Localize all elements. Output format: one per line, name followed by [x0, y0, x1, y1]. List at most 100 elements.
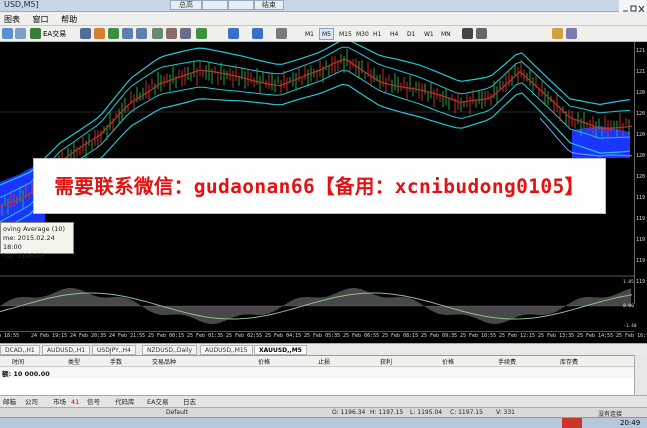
time-label: 25 Feb 16:15	[616, 333, 647, 339]
label-tool-icon[interactable]	[566, 28, 577, 39]
timeframe-m15[interactable]: M15	[336, 28, 355, 40]
timeframe-m1[interactable]: M1	[302, 28, 317, 40]
time-label: 24 Feb 19:15	[31, 333, 68, 339]
crosshair-tool-icon[interactable]	[476, 28, 487, 39]
column-header[interactable]: 手续费	[498, 357, 516, 366]
column-header[interactable]: 止损	[318, 357, 330, 366]
chart-tab[interactable]: NZDUSD,,Daily	[142, 345, 198, 355]
column-header[interactable]: 交易品种	[152, 357, 176, 366]
bar-chart-icon[interactable]	[80, 28, 91, 39]
price-label: 120	[636, 111, 646, 117]
tile-windows-icon[interactable]	[152, 28, 163, 39]
chart-tab[interactable]: DCAD,,H1	[0, 345, 40, 355]
top-button-4[interactable]: 结束	[254, 0, 284, 10]
periods-icon[interactable]	[228, 28, 239, 39]
terminal-scroll-side[interactable]	[634, 355, 647, 395]
chart-tabs: DCAD,,H1 AUDUSD,,H1 USDJPY,,H4 NZDUSD,,Dail…	[0, 343, 647, 355]
zoom-out-icon[interactable]	[136, 28, 147, 39]
column-header[interactable]: 库存费	[560, 357, 578, 366]
time-label: 25 Feb 12:15	[499, 333, 536, 339]
column-header[interactable]: 手数	[110, 357, 122, 366]
time-label: 25 Feb 02:55	[226, 333, 263, 339]
terminal-tab[interactable]: EA交易	[144, 397, 172, 407]
crosshair-icon[interactable]	[276, 28, 287, 39]
price-label: 119	[636, 279, 646, 285]
time-label: 25 Feb 09:35	[421, 333, 458, 339]
templates-icon[interactable]	[252, 28, 263, 39]
time-label: Feb 18:55	[0, 333, 20, 339]
time-label: 25 Feb 00:15	[148, 333, 185, 339]
price-label: 119	[636, 195, 646, 201]
window-controls[interactable]	[619, 0, 647, 13]
column-header[interactable]: 价格	[258, 357, 270, 366]
time-label: 25 Feb 01:35	[187, 333, 224, 339]
chart-tab[interactable]: AUDUSD,,H1	[42, 345, 91, 355]
column-header[interactable]: 时间	[12, 357, 24, 366]
autotrade-icon[interactable]	[30, 28, 41, 39]
status-high: H: 1197.15	[370, 409, 404, 416]
column-header[interactable]: 获利	[380, 357, 392, 366]
status-close: C: 1197.15	[450, 409, 483, 416]
oscillator-scale-label: 0.00	[623, 304, 634, 309]
indicators-icon[interactable]	[196, 28, 207, 39]
status-profile: Default	[166, 409, 188, 416]
timeframe-h4[interactable]: H4	[387, 28, 401, 40]
price-label: 119	[636, 237, 646, 243]
time-label: 25 Feb 06:55	[343, 333, 380, 339]
terminal-tab[interactable]: 公司	[22, 397, 41, 407]
chart-tab[interactable]: AUDUSD,,M15	[200, 345, 253, 355]
chart-tab[interactable]: XAUUSD,,M5	[254, 345, 307, 355]
text-tool-icon[interactable]	[552, 28, 563, 39]
terminal-panel: 时间 类型 手数 交易品种 价格 止损 获利 价格 手续费 库存费 额: 10 000.00	[0, 355, 647, 395]
timeframe-w1[interactable]: W1	[421, 28, 437, 40]
price-label: 119	[636, 216, 646, 222]
time-label: 25 Feb 05:35	[304, 333, 341, 339]
price-label: 121	[636, 69, 646, 75]
chart-shift-icon[interactable]	[180, 28, 191, 39]
menu-help[interactable]: 帮助	[57, 12, 83, 25]
terminal-tab[interactable]: 信号	[84, 397, 103, 407]
time-label: 24 Feb 20:35	[70, 333, 107, 339]
menu-chart[interactable]: 图表	[0, 12, 26, 25]
column-header[interactable]: 价格	[442, 357, 454, 366]
status-open: O: 1196.34	[332, 409, 366, 416]
autoscroll-icon[interactable]	[166, 28, 177, 39]
timeframe-m30[interactable]: M30	[353, 28, 372, 40]
timeframe-h1[interactable]: H1	[370, 28, 384, 40]
candle-chart-icon[interactable]	[94, 28, 105, 39]
line-chart-icon[interactable]	[108, 28, 119, 39]
zoom-in-icon[interactable]	[122, 28, 133, 39]
cursor-icon[interactable]	[462, 28, 473, 39]
status-volume: V: 331	[496, 409, 515, 416]
terminal-tab[interactable]: 代码库	[112, 397, 138, 407]
menu-window[interactable]: 窗口	[29, 12, 55, 25]
profiles-icon[interactable]	[15, 28, 26, 39]
terminal-tab[interactable]: 市场	[50, 397, 69, 407]
balance-row[interactable]: 额: 10 000.00	[0, 367, 647, 378]
new-chart-icon[interactable]	[2, 28, 13, 39]
terminal-tab[interactable]: 邮箱	[0, 397, 19, 407]
timeframe-bar: M1 M5 M15 M30 H1 H4 D1 W1 MN	[302, 26, 458, 42]
timeframe-d1[interactable]: D1	[404, 28, 418, 40]
chart-tab[interactable]: USDJPY,,H4	[92, 345, 136, 355]
window-title: USD,M5]	[4, 0, 39, 9]
timeframe-mn[interactable]: MN	[438, 28, 454, 40]
time-label: 25 Feb 10:55	[460, 333, 497, 339]
indicator-tooltip: oving Average (10) me: 2015.02.24 18:00 …	[0, 222, 74, 260]
timeframe-m5[interactable]: M5	[319, 28, 334, 40]
terminal-tabs: 邮箱 公司 市场 41 信号 代码库 EA交易 日志	[0, 395, 647, 407]
tray-app-icon[interactable]	[562, 418, 582, 428]
tooltip-line-1: oving Average (10)	[3, 225, 66, 233]
price-label: 121	[636, 48, 646, 54]
column-header[interactable]: 类型	[68, 357, 80, 366]
terminal-tab[interactable]: 日志	[180, 397, 199, 407]
ea-trading-button[interactable]: EA交易	[43, 28, 66, 40]
oscillator-scale-label: -1.40	[623, 324, 637, 329]
taskbar-clock: 20:49	[620, 419, 641, 427]
terminal-tab[interactable]: 41	[68, 397, 82, 407]
banner-text: 需要联系微信：gudaonan66【备用：xcnibudong0105】	[54, 175, 585, 198]
top-button-2[interactable]	[202, 0, 228, 10]
top-button-1[interactable]: 总高	[170, 0, 202, 10]
price-label: 120	[636, 132, 646, 138]
top-button-3[interactable]	[228, 0, 254, 10]
